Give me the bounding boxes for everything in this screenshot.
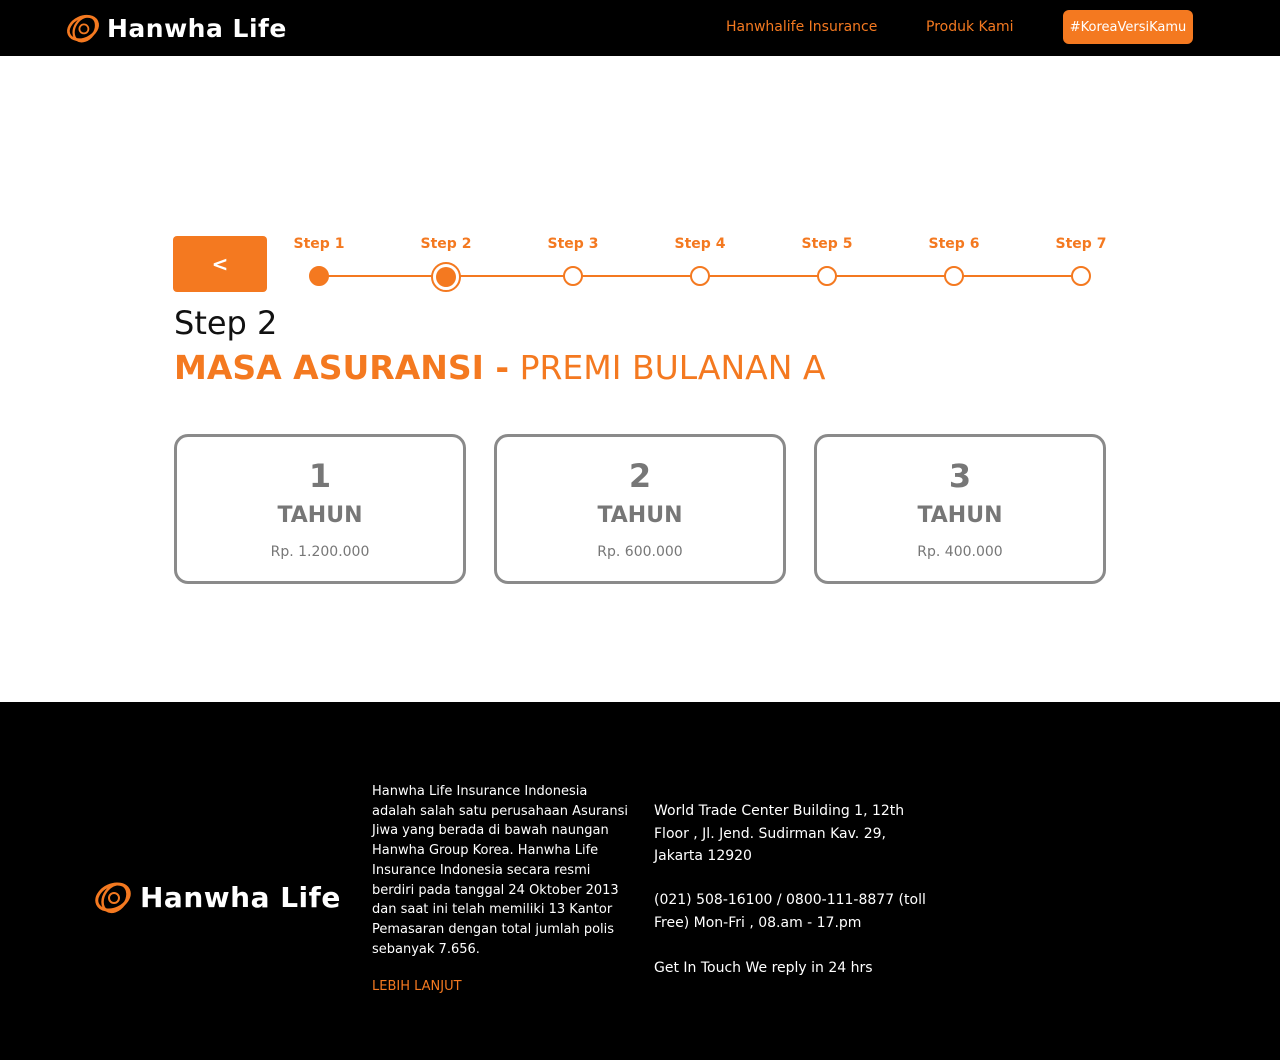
step-dot[interactable] xyxy=(563,266,583,286)
term-price: Rp. 400.000 xyxy=(917,544,1003,560)
nav-insurance-link[interactable]: Hanwhalife Insurance xyxy=(726,19,877,35)
step-label: Step 3 xyxy=(547,236,599,252)
step-dot[interactable] xyxy=(690,266,710,286)
term-number: 3 xyxy=(948,457,972,495)
section-title-main: MASA ASURANSI - xyxy=(174,348,510,387)
term-price: Rp. 1.200.000 xyxy=(270,544,370,560)
term-number: 1 xyxy=(308,457,332,495)
step-dot[interactable] xyxy=(431,262,461,292)
term-number: 2 xyxy=(628,457,652,495)
step-label: Step 6 xyxy=(928,236,980,252)
step-dot[interactable] xyxy=(944,266,964,286)
footer-logo[interactable]: Hanwha Life xyxy=(92,877,341,917)
step-dot[interactable] xyxy=(817,266,837,286)
section-title-sub: PREMI BULANAN A xyxy=(509,348,826,387)
step-dot[interactable] xyxy=(309,266,329,286)
term-price: Rp. 600.000 xyxy=(597,544,683,560)
step-title: Step 2 xyxy=(174,304,278,342)
get-in-touch-text: Get In Touch We reply in 24 hrs xyxy=(654,960,873,976)
term-unit: TAHUN xyxy=(597,503,683,528)
hanwha-logo-icon xyxy=(67,14,99,43)
korea-versi-kamu-button[interactable]: #KoreaVersiKamu xyxy=(1063,10,1193,44)
step-label: Step 7 xyxy=(1055,236,1107,252)
header-logo[interactable]: Hanwha Life xyxy=(64,10,287,46)
site-header: Hanwha Life Hanwhalife Insurance Produk … xyxy=(0,0,1280,56)
site-footer: Hanwha Life Hanwha Life Insurance Indone… xyxy=(0,702,1280,1060)
term-unit: TAHUN xyxy=(917,503,1003,528)
term-option-card[interactable]: 3 TAHUN Rp. 400.000 xyxy=(814,434,1106,584)
office-address: World Trade Center Building 1, 12th Floo… xyxy=(654,803,905,864)
section-title: MASA ASURANSI - PREMI BULANAN A xyxy=(174,348,825,387)
step-label: Step 2 xyxy=(420,236,472,252)
term-option-card[interactable]: 1 TAHUN Rp. 1.200.000 xyxy=(174,434,466,584)
footer-brand-name: Hanwha Life xyxy=(140,880,341,914)
step-dot[interactable] xyxy=(1071,266,1091,286)
company-about-text: Hanwha Life Insurance Indonesia adalah s… xyxy=(372,784,628,957)
read-more-link[interactable]: LEBIH LANJUT xyxy=(372,979,462,994)
nav-products-link[interactable]: Produk Kami xyxy=(926,19,1014,35)
step-label: Step 4 xyxy=(674,236,726,252)
back-button[interactable]: < xyxy=(173,236,267,292)
term-option-card[interactable]: 2 TAHUN Rp. 600.000 xyxy=(494,434,786,584)
contact-phone: (021) 508-16100 / 0800-111-8877 (toll Fr… xyxy=(654,892,926,931)
step-label: Step 1 xyxy=(293,236,345,252)
step-label: Step 5 xyxy=(801,236,853,252)
hanwha-logo-icon xyxy=(95,882,131,914)
header-brand-name: Hanwha Life xyxy=(107,13,287,43)
term-unit: TAHUN xyxy=(277,503,363,528)
